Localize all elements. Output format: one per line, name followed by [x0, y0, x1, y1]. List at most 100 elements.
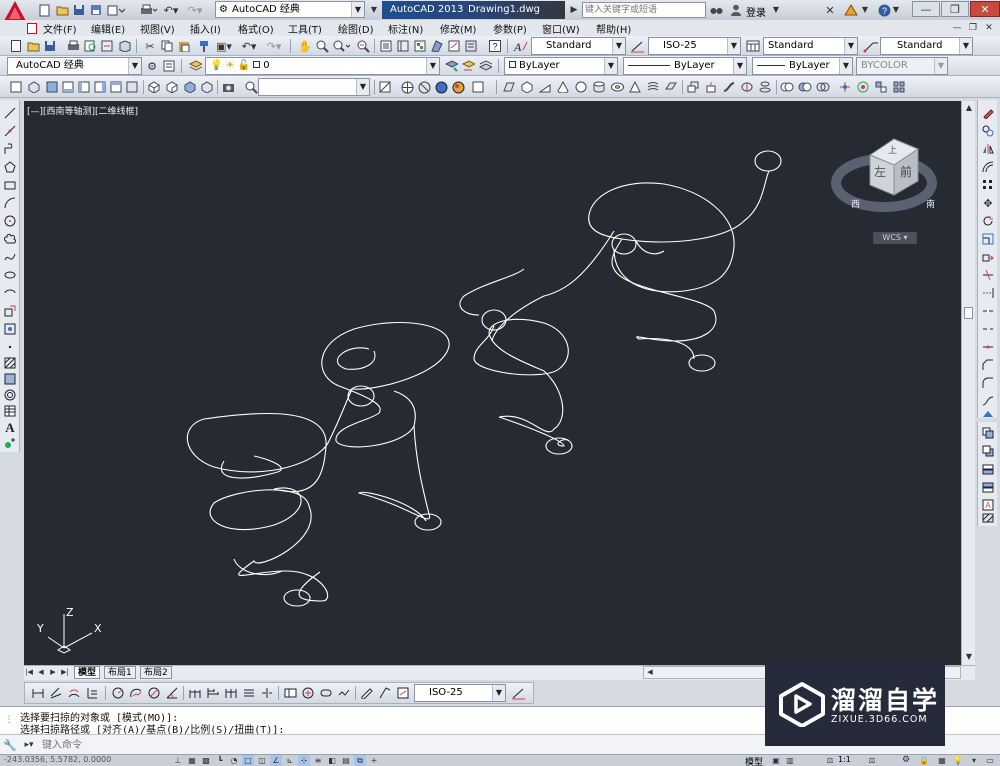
linear-dim-icon[interactable] [31, 686, 45, 700]
login-chevron-icon[interactable]: ▼ [771, 3, 781, 17]
minimize-icon[interactable]: — [912, 1, 940, 17]
3d-align-icon[interactable] [874, 80, 888, 94]
left-view-icon[interactable] [77, 80, 91, 94]
sw-iso-icon[interactable] [147, 80, 161, 94]
qnew-icon[interactable] [9, 39, 23, 53]
app-menu-icon[interactable] [2, 0, 28, 22]
sphere-icon[interactable] [574, 80, 588, 94]
help-icon[interactable]: ? [488, 39, 502, 53]
text-style-select[interactable]: Standard ▼ [531, 37, 626, 55]
color-select[interactable]: ByLayer ▼ [504, 57, 618, 75]
diameter-dim-icon[interactable] [147, 686, 161, 700]
se-iso-icon[interactable] [165, 80, 179, 94]
tab-first-icon[interactable]: |◀ [24, 666, 34, 678]
quick-view-drawings-icon[interactable]: ▥ [784, 755, 796, 766]
rotate-icon[interactable] [981, 214, 995, 228]
visual-styles-manager-icon[interactable] [471, 80, 485, 94]
table-style-select[interactable]: Standard ▼ [763, 37, 858, 55]
plot-preview-icon[interactable] [83, 39, 97, 53]
camera-icon[interactable] [221, 80, 235, 94]
publish-icon[interactable] [106, 3, 126, 17]
quick-view-layouts-icon[interactable]: ▣ [770, 755, 782, 766]
torus-icon[interactable] [610, 80, 624, 94]
menu-parametric[interactable]: 参数(P) [493, 21, 527, 36]
menu-file[interactable]: 文件(F) [43, 21, 77, 36]
right-view-icon[interactable] [93, 80, 107, 94]
workspace-switch-icon[interactable]: ⚙ [900, 755, 912, 766]
wcs-menu[interactable]: WCS ▾ [873, 232, 917, 244]
sheet-set-icon[interactable] [430, 39, 444, 53]
doc-restore-icon[interactable]: ❐ [966, 21, 980, 35]
circle-icon[interactable] [3, 214, 17, 228]
plot-icon[interactable] [139, 3, 159, 17]
front-view-icon[interactable] [109, 80, 123, 94]
cut-icon[interactable]: ✂ [143, 39, 157, 53]
revolve-icon[interactable] [740, 80, 754, 94]
make-current-icon[interactable] [444, 59, 458, 73]
block-editor-icon[interactable]: ▣▾ [214, 39, 234, 53]
annotation-monitor-icon[interactable]: + [368, 755, 380, 766]
scale-icon[interactable] [981, 232, 995, 246]
compass-south-label[interactable]: 南 [926, 197, 935, 210]
scroll-thumb[interactable] [964, 307, 973, 319]
3d-move-icon[interactable] [838, 80, 852, 94]
pyramid-icon[interactable] [628, 80, 642, 94]
bring-to-front-icon[interactable] [981, 426, 995, 440]
text-style-icon[interactable]: A [512, 39, 528, 53]
hatch-to-back-icon[interactable] [981, 512, 995, 524]
union-icon[interactable] [780, 80, 794, 94]
angular-dim-icon[interactable] [165, 686, 179, 700]
properties-icon[interactable] [379, 39, 393, 53]
tab-layout1[interactable]: 布局1 [104, 666, 136, 679]
inspection-icon[interactable] [319, 686, 333, 700]
lineweight-select[interactable]: ByLayer ▼ [752, 57, 853, 75]
tab-prev-icon[interactable]: ◀ [36, 666, 46, 678]
subtract-icon[interactable] [798, 80, 812, 94]
table-icon[interactable] [3, 404, 17, 418]
menu-format[interactable]: 格式(O) [238, 21, 274, 36]
restore-icon[interactable]: ❐ [941, 1, 969, 17]
layer-previous-icon[interactable] [461, 59, 475, 73]
top-view-icon[interactable] [45, 80, 59, 94]
tab-model[interactable]: 模型 [74, 666, 101, 679]
break-at-point-icon[interactable] [981, 304, 995, 318]
transparency-icon[interactable]: ◧ [326, 755, 338, 766]
3d-object-snap-icon[interactable]: ◫ [256, 755, 268, 766]
layer-states-icon[interactable] [478, 59, 492, 73]
match-properties-icon[interactable] [197, 39, 211, 53]
save-icon[interactable] [43, 39, 57, 53]
command-input[interactable] [42, 738, 742, 752]
send-to-back-icon[interactable] [981, 444, 995, 458]
object-snap-icon[interactable]: □ [242, 755, 254, 766]
workspace-select[interactable]: ⚙ AutoCAD 经典 ▼ [215, 1, 365, 18]
dim-style-icon[interactable] [629, 39, 645, 53]
realistic-icon[interactable] [434, 80, 448, 94]
jogged-dim-icon[interactable] [129, 686, 143, 700]
hatch-icon[interactable] [3, 356, 17, 370]
menu-insert[interactable]: 插入(I) [190, 21, 221, 36]
dim-style-select[interactable]: ISO-25 ▼ [648, 37, 741, 55]
fillet-icon[interactable] [981, 376, 995, 390]
viewcube-left-label[interactable]: 左 [874, 163, 886, 180]
scroll-up-icon[interactable]: ▲ [963, 102, 975, 114]
workspace-settings-icon[interactable]: ⚙ [145, 59, 159, 73]
doc-close-icon[interactable]: ✕ [982, 21, 996, 35]
line-icon[interactable] [3, 106, 17, 120]
close-icon[interactable]: ✕ [970, 1, 1000, 17]
undo-icon[interactable]: ↶▾ [238, 39, 260, 53]
publish-icon[interactable] [100, 39, 114, 53]
blend-curves-icon[interactable] [981, 394, 995, 408]
render-icon[interactable] [9, 80, 23, 94]
status-menu-icon[interactable]: ▾ [968, 755, 980, 766]
annotation-visibility-icon[interactable]: ⚖ [866, 755, 878, 766]
menu-dimension[interactable]: 标注(N) [388, 21, 423, 36]
aligned-dim-icon[interactable] [49, 686, 63, 700]
print-icon[interactable] [66, 39, 80, 53]
markup-icon[interactable] [447, 39, 461, 53]
menu-edit[interactable]: 编辑(E) [91, 21, 125, 36]
join-icon[interactable] [981, 340, 995, 354]
polar-tracking-icon[interactable]: ◔ [228, 755, 240, 766]
annotation-scale-icon[interactable]: ⚖ [824, 755, 836, 766]
open-icon[interactable] [26, 39, 40, 53]
copy-icon[interactable] [160, 39, 174, 53]
